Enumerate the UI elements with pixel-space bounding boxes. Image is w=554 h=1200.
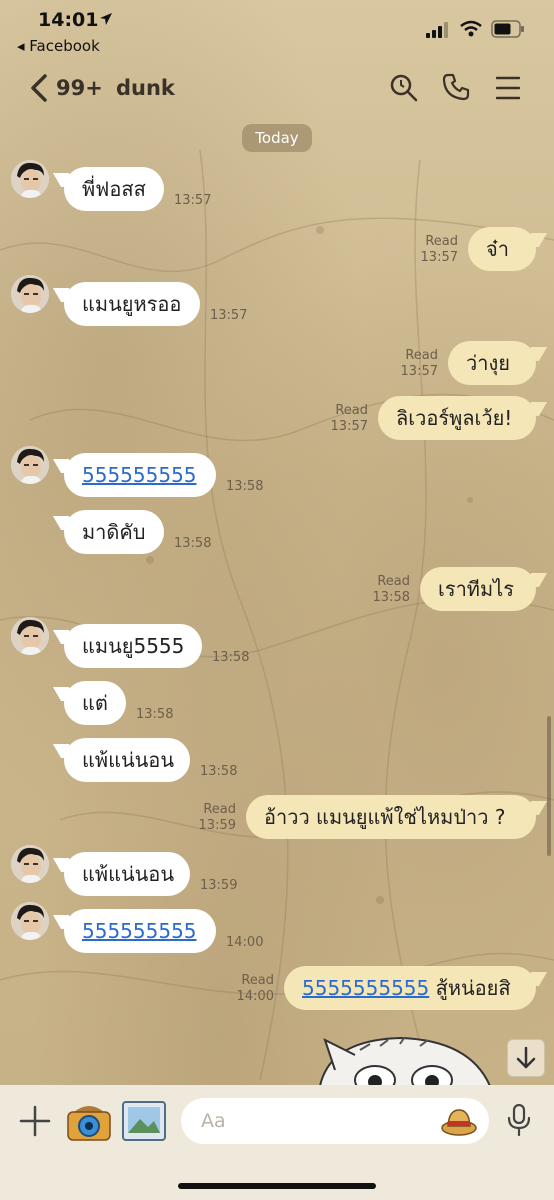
- incoming-message-bubble[interactable]: แมนยูหรออ: [64, 282, 200, 326]
- message-time: 13:57: [400, 364, 438, 379]
- incoming-message-bubble[interactable]: แพ้แน่นอน: [64, 852, 190, 896]
- outgoing-message-bubble[interactable]: ลิเวอร์พูลเว้ย!: [378, 396, 536, 440]
- read-receipt: Read 13:57: [401, 348, 438, 380]
- message-time: 13:58: [136, 707, 174, 722]
- search-icon[interactable]: [389, 73, 419, 103]
- message-time: 13:59: [200, 878, 238, 893]
- read-label: Read: [405, 348, 438, 363]
- read-receipt: Read 13:58: [373, 574, 410, 606]
- outgoing-message-bubble[interactable]: เราทีมไร: [420, 567, 536, 611]
- avatar-photo-icon: [11, 275, 49, 313]
- contact-avatar[interactable]: [11, 617, 49, 655]
- cellular-signal-icon: [426, 22, 448, 38]
- message-link[interactable]: 5555555555: [302, 976, 429, 1000]
- read-label: Read: [203, 802, 236, 817]
- sticker-hat-icon[interactable]: [441, 1106, 477, 1136]
- avatar-photo-icon: [11, 902, 49, 940]
- contact-avatar[interactable]: [11, 845, 49, 883]
- avatar-photo-icon: [11, 446, 49, 484]
- avatar-photo-icon: [11, 160, 49, 198]
- message-time: 14:00: [226, 935, 264, 950]
- camera-icon[interactable]: [66, 1100, 112, 1142]
- message-time: 13:57: [174, 193, 212, 208]
- incoming-message-bubble[interactable]: มาดิคับ: [64, 510, 164, 554]
- back-chevron-icon[interactable]: [30, 74, 48, 102]
- read-label: Read: [241, 973, 274, 988]
- incoming-message-bubble[interactable]: แมนยู5555: [64, 624, 202, 668]
- read-receipt: Read 14:00: [237, 973, 274, 1005]
- contact-avatar[interactable]: [11, 902, 49, 940]
- date-divider: Today: [242, 124, 312, 152]
- contact-name[interactable]: dunk: [116, 76, 175, 100]
- scrollbar[interactable]: [547, 716, 551, 856]
- microphone-icon[interactable]: [507, 1104, 531, 1136]
- read-receipt: Read 13:59: [199, 802, 236, 834]
- message-time: 13:58: [372, 590, 410, 605]
- outgoing-message-bubble[interactable]: ว่างุย: [448, 341, 536, 385]
- outgoing-message-bubble[interactable]: 5555555555 สู้หน่อยสิ: [284, 966, 536, 1010]
- incoming-message-bubble[interactable]: พี่ฟอสส: [64, 167, 164, 211]
- message-time: 13:58: [174, 536, 212, 551]
- unread-count[interactable]: 99+: [56, 76, 103, 100]
- message-time: 13:57: [330, 419, 368, 434]
- message-time: 13:58: [226, 479, 264, 494]
- status-bar: 14:01 ◂ Facebook: [0, 0, 554, 60]
- plus-icon[interactable]: [19, 1105, 51, 1137]
- message-text: แพ้แน่นอน: [82, 748, 174, 772]
- message-text: แมนยูหรออ: [82, 292, 182, 316]
- incoming-message-bubble[interactable]: แพ้แน่นอน: [64, 738, 190, 782]
- scroll-to-bottom-button[interactable]: [507, 1039, 545, 1077]
- contact-avatar[interactable]: [11, 446, 49, 484]
- message-time: 14:00: [236, 989, 274, 1004]
- status-time: 14:01: [38, 9, 99, 31]
- message-text: แมนยู5555: [82, 634, 185, 658]
- message-link[interactable]: 555555555: [82, 919, 197, 943]
- read-label: Read: [335, 403, 368, 418]
- avatar-photo-icon: [11, 617, 49, 655]
- message-text: แต่: [82, 691, 108, 715]
- outgoing-message-bubble[interactable]: อ้าวว แมนยูแพ้ใช่ไหมป่าว ?: [246, 795, 536, 839]
- chat-header: 99+ dunk: [0, 62, 554, 114]
- message-text: พี่ฟอสส: [82, 177, 146, 201]
- message-text: อ้าวว แมนยูแพ้ใช่ไหมป่าว ?: [264, 805, 506, 829]
- message-text: มาดิคับ: [82, 520, 146, 544]
- battery-icon: [491, 20, 524, 38]
- incoming-message-bubble[interactable]: 555555555: [64, 909, 216, 953]
- wifi-icon: [460, 20, 482, 37]
- message-text: จ๋า: [486, 237, 509, 261]
- message-text: เราทีมไร: [438, 577, 514, 601]
- incoming-message-bubble[interactable]: แต่: [64, 681, 126, 725]
- message-text: ลิเวอร์พูลเว้ย!: [396, 406, 513, 430]
- message-time: 13:58: [200, 764, 238, 779]
- read-receipt: Read 13:57: [421, 234, 458, 266]
- arrow-down-icon: [516, 1046, 536, 1069]
- menu-icon[interactable]: [496, 76, 520, 100]
- phone-call-icon[interactable]: [442, 73, 470, 101]
- outgoing-message-bubble[interactable]: จ๋า: [468, 227, 536, 271]
- message-time: 13:59: [198, 818, 236, 833]
- message-text: แพ้แน่นอน: [82, 862, 174, 886]
- read-label: Read: [377, 574, 410, 589]
- contact-avatar[interactable]: [11, 160, 49, 198]
- back-to-app-link[interactable]: ◂ Facebook: [17, 37, 100, 55]
- message-time: 13:57: [420, 250, 458, 265]
- cat-mascot-sticker: [318, 1036, 492, 1086]
- message-text: ว่างุย: [466, 351, 510, 375]
- incoming-message-bubble[interactable]: 555555555: [64, 453, 216, 497]
- message-time: 13:57: [210, 308, 248, 323]
- gallery-icon[interactable]: [122, 1101, 166, 1141]
- message-text: สู้หน่อยสิ: [429, 976, 511, 1000]
- avatar-photo-icon: [11, 845, 49, 883]
- message-time: 13:58: [212, 650, 250, 665]
- location-arrow-icon: [100, 13, 112, 25]
- home-indicator: [178, 1183, 376, 1189]
- message-link[interactable]: 555555555: [82, 463, 197, 487]
- contact-avatar[interactable]: [11, 275, 49, 313]
- read-label: Read: [425, 234, 458, 249]
- read-receipt: Read 13:57: [331, 403, 368, 435]
